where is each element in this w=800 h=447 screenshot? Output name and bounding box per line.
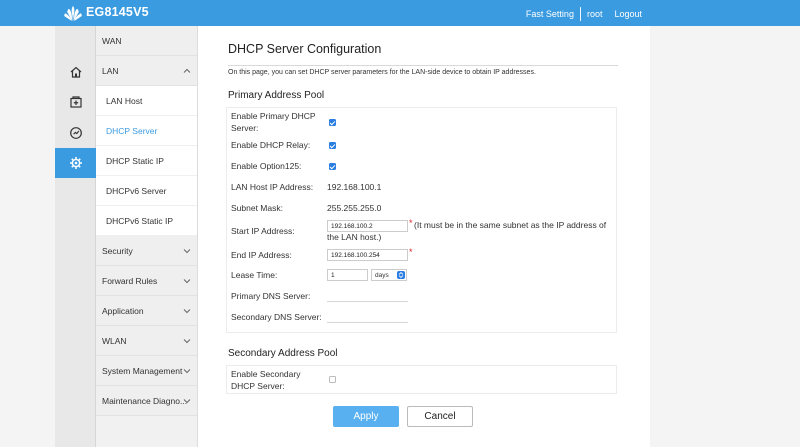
sidebar-item-wan[interactable]: WAN [96, 26, 197, 56]
start-ip-label: Start IP Address: [231, 226, 295, 236]
gear-icon [69, 157, 82, 169]
sidebar-item-label: Forward Rules [102, 275, 158, 286]
divider [228, 65, 618, 66]
rail-status[interactable] [55, 118, 96, 148]
enable-dhcp-relay-checkbox[interactable] [329, 142, 336, 149]
start-ip-hint-continued: the LAN host.) [327, 232, 382, 242]
required-mark: * [409, 218, 413, 228]
label-line-2: DHCP Server: [231, 381, 285, 391]
sidebar-item-label: Security [102, 245, 133, 256]
required-mark: * [409, 247, 413, 257]
select-arrows-icon [397, 271, 405, 279]
label-line-2: Server: [231, 123, 259, 133]
primary-dns-input[interactable] [327, 290, 408, 302]
sidebar-item-forward-rules[interactable]: Forward Rules [96, 266, 197, 296]
divider [579, 7, 581, 21]
sidebar-item-lan[interactable]: LAN [96, 56, 197, 86]
rail-advanced[interactable] [55, 148, 96, 178]
sidebar-item-application[interactable]: Application [96, 296, 197, 326]
secondary-pool-title: Secondary Address Pool [228, 348, 338, 359]
end-ip-input[interactable]: 192.168.100.254 [327, 249, 408, 261]
lease-time-label: Lease Time: [231, 270, 278, 280]
enable-dhcp-relay-label: Enable DHCP Relay: [231, 140, 311, 150]
sidebar-item-label: WLAN [102, 335, 127, 346]
end-ip-label: End IP Address: [231, 250, 292, 260]
page-description: On this page, you can set DHCP server pa… [228, 69, 536, 76]
sidebar-item-dhcp-server[interactable]: DHCP Server [96, 116, 197, 146]
secondary-dns-input[interactable] [327, 311, 408, 323]
sidebar-item-label: LAN Host [106, 95, 143, 106]
main-content: DHCP Server Configuration On this page, … [198, 26, 650, 447]
enable-secondary-dhcp-label: Enable Secondary DHCP Server: [231, 368, 300, 392]
start-ip-hint: (It must be in the same subnet as the IP… [414, 219, 606, 231]
primary-pool-panel: Enable Primary DHCP Server: Enable DHCP … [226, 107, 617, 333]
huawei-logo-icon [64, 6, 82, 21]
add-box-icon [69, 96, 82, 108]
top-bar: EG8145V5 Fast Setting root Logout [0, 0, 800, 26]
sidebar-item-wlan[interactable]: WLAN [96, 326, 197, 356]
logout-link[interactable]: Logout [614, 9, 642, 19]
chevron-down-icon [183, 369, 191, 374]
secondary-pool-panel: Enable Secondary DHCP Server: [226, 365, 617, 394]
chevron-down-icon [183, 249, 191, 254]
sidebar-item-label: DHCPv6 Static IP [106, 215, 174, 226]
chevron-down-icon [183, 279, 191, 284]
chevron-up-icon [183, 68, 191, 73]
sidebar-item-lan-host[interactable]: LAN Host [96, 86, 197, 116]
rail-home[interactable] [55, 57, 96, 87]
enable-primary-dhcp-checkbox[interactable] [329, 119, 336, 126]
label-line-1: Enable Secondary [231, 369, 301, 379]
home-icon [70, 66, 81, 78]
device-model-title: EG8145V5 [86, 5, 149, 19]
lan-host-ip-label: LAN Host IP Address: [231, 182, 314, 192]
enable-primary-dhcp-label: Enable Primary DHCP Server: [231, 110, 316, 134]
enable-secondary-dhcp-checkbox[interactable] [329, 376, 336, 383]
sidebar-item-label: LAN [102, 65, 119, 76]
cancel-button[interactable]: Cancel [407, 406, 473, 427]
sidebar-item-dhcpv6-server[interactable]: DHCPv6 Server [96, 176, 197, 206]
username-label: root [586, 9, 603, 19]
apply-button[interactable]: Apply [333, 406, 399, 427]
sidebar-item-label: DHCP Static IP [106, 155, 164, 166]
rail-add[interactable] [55, 87, 96, 117]
subnet-mask-label: Subnet Mask: [231, 203, 283, 213]
sidebar-item-dhcp-static-ip[interactable]: DHCP Static IP [96, 146, 197, 176]
lease-time-input[interactable]: 1 [327, 269, 368, 281]
fast-setting-link[interactable]: Fast Setting [526, 9, 574, 19]
sidebar-item-label: Application [102, 305, 144, 316]
sidebar-item-system-management[interactable]: System Management [96, 356, 197, 386]
lease-unit-value: days [375, 272, 389, 279]
chevron-down-icon [183, 309, 191, 314]
sidebar-item-label: Maintenance Diagno... [102, 395, 188, 406]
primary-dns-label: Primary DNS Server: [231, 291, 311, 301]
enable-option125-label: Enable Option125: [231, 161, 302, 171]
primary-pool-title: Primary Address Pool [228, 90, 325, 101]
sidebar-item-dhcpv6-static-ip[interactable]: DHCPv6 Static IP [96, 206, 197, 236]
icon-rail [55, 26, 96, 447]
sidebar: WAN LAN LAN Host DHCP Server DHCP Static… [96, 26, 198, 447]
gauge-icon [69, 127, 82, 139]
sidebar-item-label: DHCPv6 Server [106, 185, 167, 196]
sidebar-item-label: System Management [102, 365, 183, 376]
top-links: Fast Setting root Logout [526, 7, 642, 21]
sidebar-item-label: DHCP Server [106, 125, 158, 136]
label-line-1: Enable Primary DHCP [231, 111, 316, 121]
lan-host-ip-value: 192.168.100.1 [327, 182, 382, 192]
secondary-dns-label: Secondary DNS Server: [231, 312, 322, 322]
subnet-mask-value: 255.255.255.0 [327, 203, 382, 213]
sidebar-item-security[interactable]: Security [96, 236, 197, 266]
sidebar-item-maintenance-diagnosis[interactable]: Maintenance Diagno... [96, 386, 197, 416]
page-title: DHCP Server Configuration [228, 42, 382, 56]
lease-unit-select[interactable]: days [371, 269, 407, 281]
chevron-down-icon [183, 339, 191, 344]
sidebar-item-label: WAN [102, 35, 122, 46]
enable-option125-checkbox[interactable] [329, 163, 336, 170]
hint-line-1: (It must be in the same subnet as the IP… [414, 220, 607, 230]
chevron-down-icon [183, 399, 191, 404]
